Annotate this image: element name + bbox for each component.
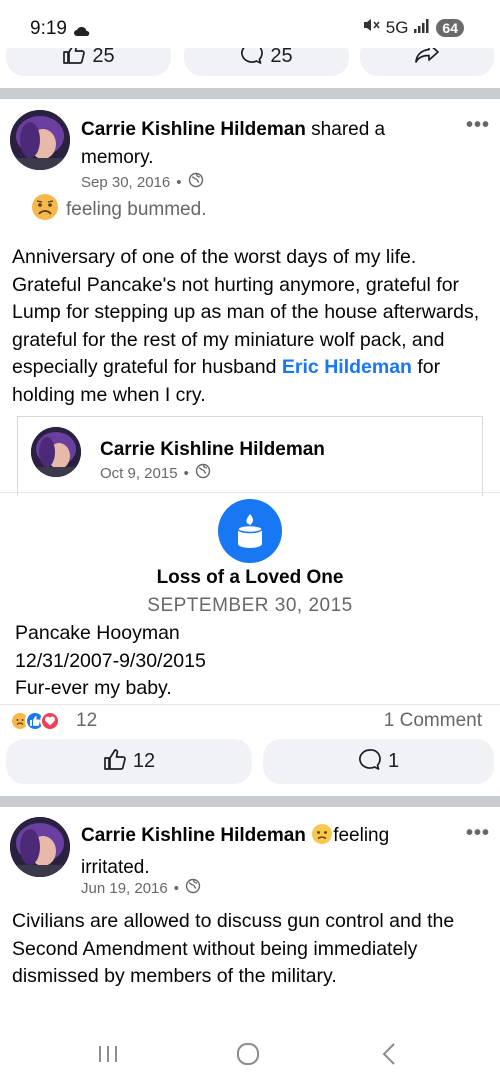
reaction-icons <box>10 711 60 731</box>
status-time: 9:19 <box>30 18 67 39</box>
memory-author-avatar[interactable] <box>31 427 81 477</box>
feeling-activity: feeling bummed. <box>30 192 206 228</box>
life-event-date: SEPTEMBER 30, 2015 <box>147 595 353 616</box>
post-body: Civilians are allowed to discuss gun con… <box>12 910 455 987</box>
post-date[interactable]: Jun 19, 2016 <box>81 880 168 897</box>
tagged-user-link[interactable]: Eric Hildeman <box>282 356 412 378</box>
like-button[interactable]: 12 <box>6 739 252 784</box>
memory-line: 12/31/2007-9/30/2015 <box>15 649 206 672</box>
post-header: Carrie Kishline Hildeman shared a memory… <box>81 116 451 172</box>
sad-face-icon <box>30 192 60 228</box>
globe-icon <box>195 463 211 483</box>
love-reaction-icon <box>40 711 60 731</box>
comment-button[interactable]: 1 <box>263 739 494 784</box>
reaction-count[interactable]: 12 <box>76 710 97 732</box>
recent-apps-icon[interactable] <box>96 1042 120 1071</box>
author-name[interactable]: Carrie Kishline Hildeman <box>81 825 306 846</box>
memory-author-name[interactable]: Carrie Kishline Hildeman <box>100 436 325 464</box>
author-avatar[interactable] <box>10 817 70 877</box>
globe-icon <box>188 172 204 192</box>
feeling-text: feeling bummed. <box>66 199 207 220</box>
status-bar: 9:19 5G 64 <box>0 0 500 48</box>
signal-icon <box>414 18 430 38</box>
thumbs-up-icon <box>103 748 127 776</box>
reactions-summary[interactable]: 12 1 Comment <box>0 704 500 734</box>
author-avatar[interactable] <box>10 110 70 170</box>
comment-icon <box>358 748 382 776</box>
life-event-title: Loss of a Loved One <box>156 567 344 588</box>
post-header: Carrie Kishline Hildeman feeling irritat… <box>81 822 461 882</box>
memory-text: Pancake Hooyman 12/31/2007-9/30/2015 Fur… <box>15 620 206 703</box>
like-count: 12 <box>132 750 156 772</box>
memory-meta: Oct 9, 2015 • <box>100 463 211 483</box>
globe-icon <box>185 878 201 898</box>
meta-separator: • <box>183 464 189 482</box>
memory-line: Fur-ever my baby. <box>15 677 172 699</box>
back-icon[interactable] <box>378 1042 402 1071</box>
post-date[interactable]: Sep 30, 2016 <box>81 174 170 191</box>
meta-separator: • <box>173 879 180 897</box>
post-divider <box>0 796 500 807</box>
cloud-icon <box>74 23 90 41</box>
post-divider <box>0 88 500 99</box>
battery-indicator: 64 <box>436 18 464 37</box>
candle-icon <box>218 499 282 563</box>
system-navigation-bar <box>0 1030 500 1083</box>
post-body: Anniversary of one of the worst days of … <box>12 244 490 409</box>
more-options-icon[interactable]: ••• <box>466 114 490 137</box>
network-label: 5G <box>385 17 409 37</box>
slightly-frowning-face-icon <box>311 823 333 854</box>
memory-line: Pancake Hooyman <box>15 622 180 644</box>
post-meta: Sep 30, 2016 • <box>81 172 204 192</box>
more-options-icon[interactable]: ••• <box>466 822 490 845</box>
post-meta: Jun 19, 2016 • <box>81 878 201 898</box>
memory-date[interactable]: Oct 9, 2015 <box>100 465 178 482</box>
meta-separator: • <box>176 173 182 191</box>
mute-icon <box>362 17 380 38</box>
status-indicators: 5G 64 <box>362 17 464 38</box>
author-name[interactable]: Carrie Kishline Hildeman <box>81 119 306 140</box>
comments-link[interactable]: 1 Comment <box>384 710 482 732</box>
home-icon[interactable] <box>236 1042 260 1071</box>
comment-count: 1 <box>387 750 400 772</box>
